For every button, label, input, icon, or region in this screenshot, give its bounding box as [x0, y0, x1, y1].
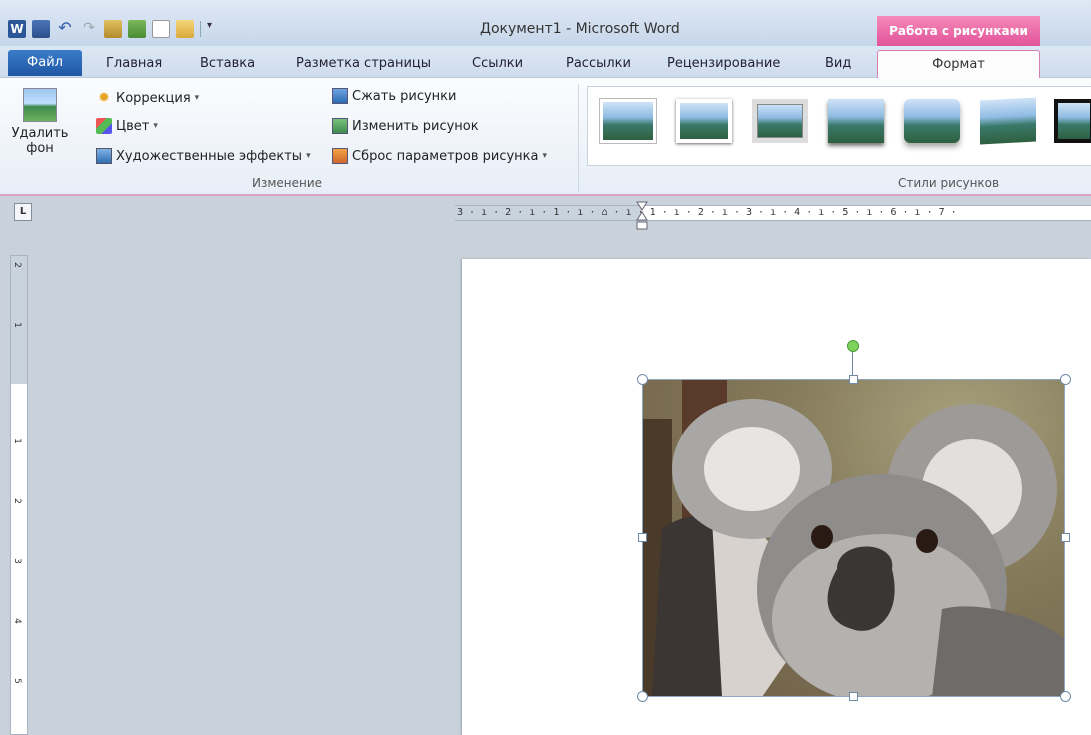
ruler-number: 4: [11, 618, 22, 624]
tab-references[interactable]: Ссылки: [462, 50, 533, 78]
style-preview: [600, 99, 656, 143]
tab-selector-button[interactable]: L: [14, 203, 32, 221]
ruler-number: 3: [11, 558, 22, 564]
title-bar: W ↶ ↷ ▾ Документ1 - Microsoft Word Работ…: [0, 0, 1091, 46]
chevron-down-icon: ▾: [542, 151, 548, 161]
change-picture-icon: [332, 118, 348, 134]
style-preview: [980, 97, 1036, 145]
picture-style-thumb[interactable]: [752, 99, 808, 143]
color-icon: [96, 118, 112, 134]
redo-icon[interactable]: ↷: [80, 20, 98, 38]
customize-qat-icon[interactable]: ▾: [207, 20, 212, 38]
ruler-number: 1: [11, 322, 22, 328]
open-folder-icon[interactable]: [176, 20, 194, 38]
reset-picture-icon: [332, 148, 348, 164]
change-picture-button[interactable]: Изменить рисунок: [332, 118, 479, 134]
window-title: Документ1 - Microsoft Word: [480, 21, 680, 37]
koala-picture[interactable]: [642, 379, 1065, 697]
picture-style-thumb[interactable]: [828, 99, 884, 143]
group-separator: [578, 84, 579, 192]
ruler-number: 2: [11, 262, 22, 268]
color-label: Цвет: [116, 118, 150, 134]
artistic-effects-label: Художественные эффекты: [116, 148, 303, 164]
remove-background-label-2: фон: [26, 141, 54, 156]
word-logo-icon[interactable]: W: [8, 20, 26, 38]
picture-style-thumb[interactable]: [1054, 99, 1091, 143]
tab-file[interactable]: Файл: [8, 50, 82, 76]
sun-icon: ✹: [98, 90, 110, 106]
ruler-number: 1: [11, 438, 22, 444]
group-label-picture-styles: Стили рисунков: [898, 176, 1000, 190]
horizontal-ruler[interactable]: 3 · ı · 2 · ı · 1 · ı · ⌂ · ı · 1 · ı · …: [455, 205, 1091, 221]
reset-picture-label: Сброс параметров рисунка: [352, 148, 539, 164]
undo-icon[interactable]: ↶: [56, 20, 74, 38]
ruler-scale: 3 · ı · 2 · ı · 1 · ı · ⌂ · ı · 1 · ı · …: [457, 207, 957, 218]
resize-handle-bottom-left[interactable]: [637, 691, 648, 702]
resize-handle-top-right[interactable]: [1060, 374, 1071, 385]
chevron-down-icon: ▾: [194, 93, 200, 103]
style-preview: [828, 99, 884, 143]
compress-label: Сжать рисунки: [352, 88, 457, 104]
remove-background-label-1: Удалить: [11, 126, 69, 141]
ribbon-tabs: Файл Главная Вставка Разметка страницы С…: [0, 46, 1091, 78]
group-label-change: Изменение: [252, 176, 323, 190]
picture-styles-gallery: [587, 86, 1091, 166]
resize-handle-top[interactable]: [849, 375, 858, 384]
tab-format[interactable]: Формат: [877, 50, 1040, 78]
correction-label: Коррекция: [116, 90, 191, 106]
tab-home[interactable]: Главная: [96, 50, 172, 78]
reset-picture-button[interactable]: Сброс параметров рисунка ▾: [332, 148, 547, 164]
chevron-down-icon: ▾: [306, 151, 311, 161]
vertical-ruler[interactable]: 2 1 1 2 3 4 5: [10, 255, 28, 735]
ruler-number: 5: [11, 678, 22, 684]
save-icon[interactable]: [32, 20, 50, 38]
indent-marker-icon[interactable]: [636, 200, 648, 232]
chevron-down-icon: ▾: [153, 121, 158, 131]
ruler-margin: [11, 256, 27, 384]
correction-button[interactable]: ✹ Коррекция ▾: [96, 90, 199, 106]
quick-access-toolbar: W ↶ ↷ ▾: [8, 20, 212, 38]
tab-view[interactable]: Вид: [815, 50, 861, 78]
tab-page-layout[interactable]: Разметка страницы: [286, 50, 441, 78]
new-document-icon[interactable]: [152, 20, 170, 38]
compress-icon: [332, 88, 348, 104]
paste-icon[interactable]: [104, 20, 122, 38]
style-preview: [1054, 99, 1091, 143]
artistic-effects-icon: [96, 148, 112, 164]
koala-image: [642, 379, 1065, 697]
change-picture-label: Изменить рисунок: [352, 118, 479, 134]
remove-background-icon: [23, 88, 57, 122]
picture-style-thumb[interactable]: [904, 99, 960, 143]
artistic-effects-button[interactable]: Художественные эффекты ▾: [96, 148, 311, 164]
ribbon: Удалить фон ✹ Коррекция ▾ Цвет ▾ Художес…: [0, 78, 1091, 196]
resize-handle-left[interactable]: [638, 533, 647, 542]
format-painter-icon[interactable]: [128, 20, 146, 38]
resize-handle-bottom[interactable]: [849, 692, 858, 701]
rotate-handle-icon[interactable]: [847, 340, 859, 352]
ruler-number: 2: [11, 498, 22, 504]
picture-style-thumb[interactable]: [600, 99, 656, 143]
resize-handle-bottom-right[interactable]: [1060, 691, 1071, 702]
style-preview: [676, 99, 732, 143]
resize-handle-top-left[interactable]: [637, 374, 648, 385]
style-preview: [752, 99, 808, 143]
tab-insert[interactable]: Вставка: [190, 50, 265, 78]
compress-pictures-button[interactable]: Сжать рисунки: [332, 88, 456, 104]
style-preview: [904, 99, 960, 143]
tab-review[interactable]: Рецензирование: [657, 50, 790, 78]
tab-mailings[interactable]: Рассылки: [556, 50, 641, 78]
picture-tools-context-label: Работа с рисунками: [877, 16, 1040, 46]
color-button[interactable]: Цвет ▾: [96, 118, 158, 134]
qat-separator: [200, 21, 201, 37]
picture-style-thumb[interactable]: [676, 99, 732, 143]
picture-style-thumb[interactable]: [980, 97, 1036, 145]
remove-background-button[interactable]: Удалить фон: [8, 88, 72, 156]
resize-handle-right[interactable]: [1061, 533, 1070, 542]
